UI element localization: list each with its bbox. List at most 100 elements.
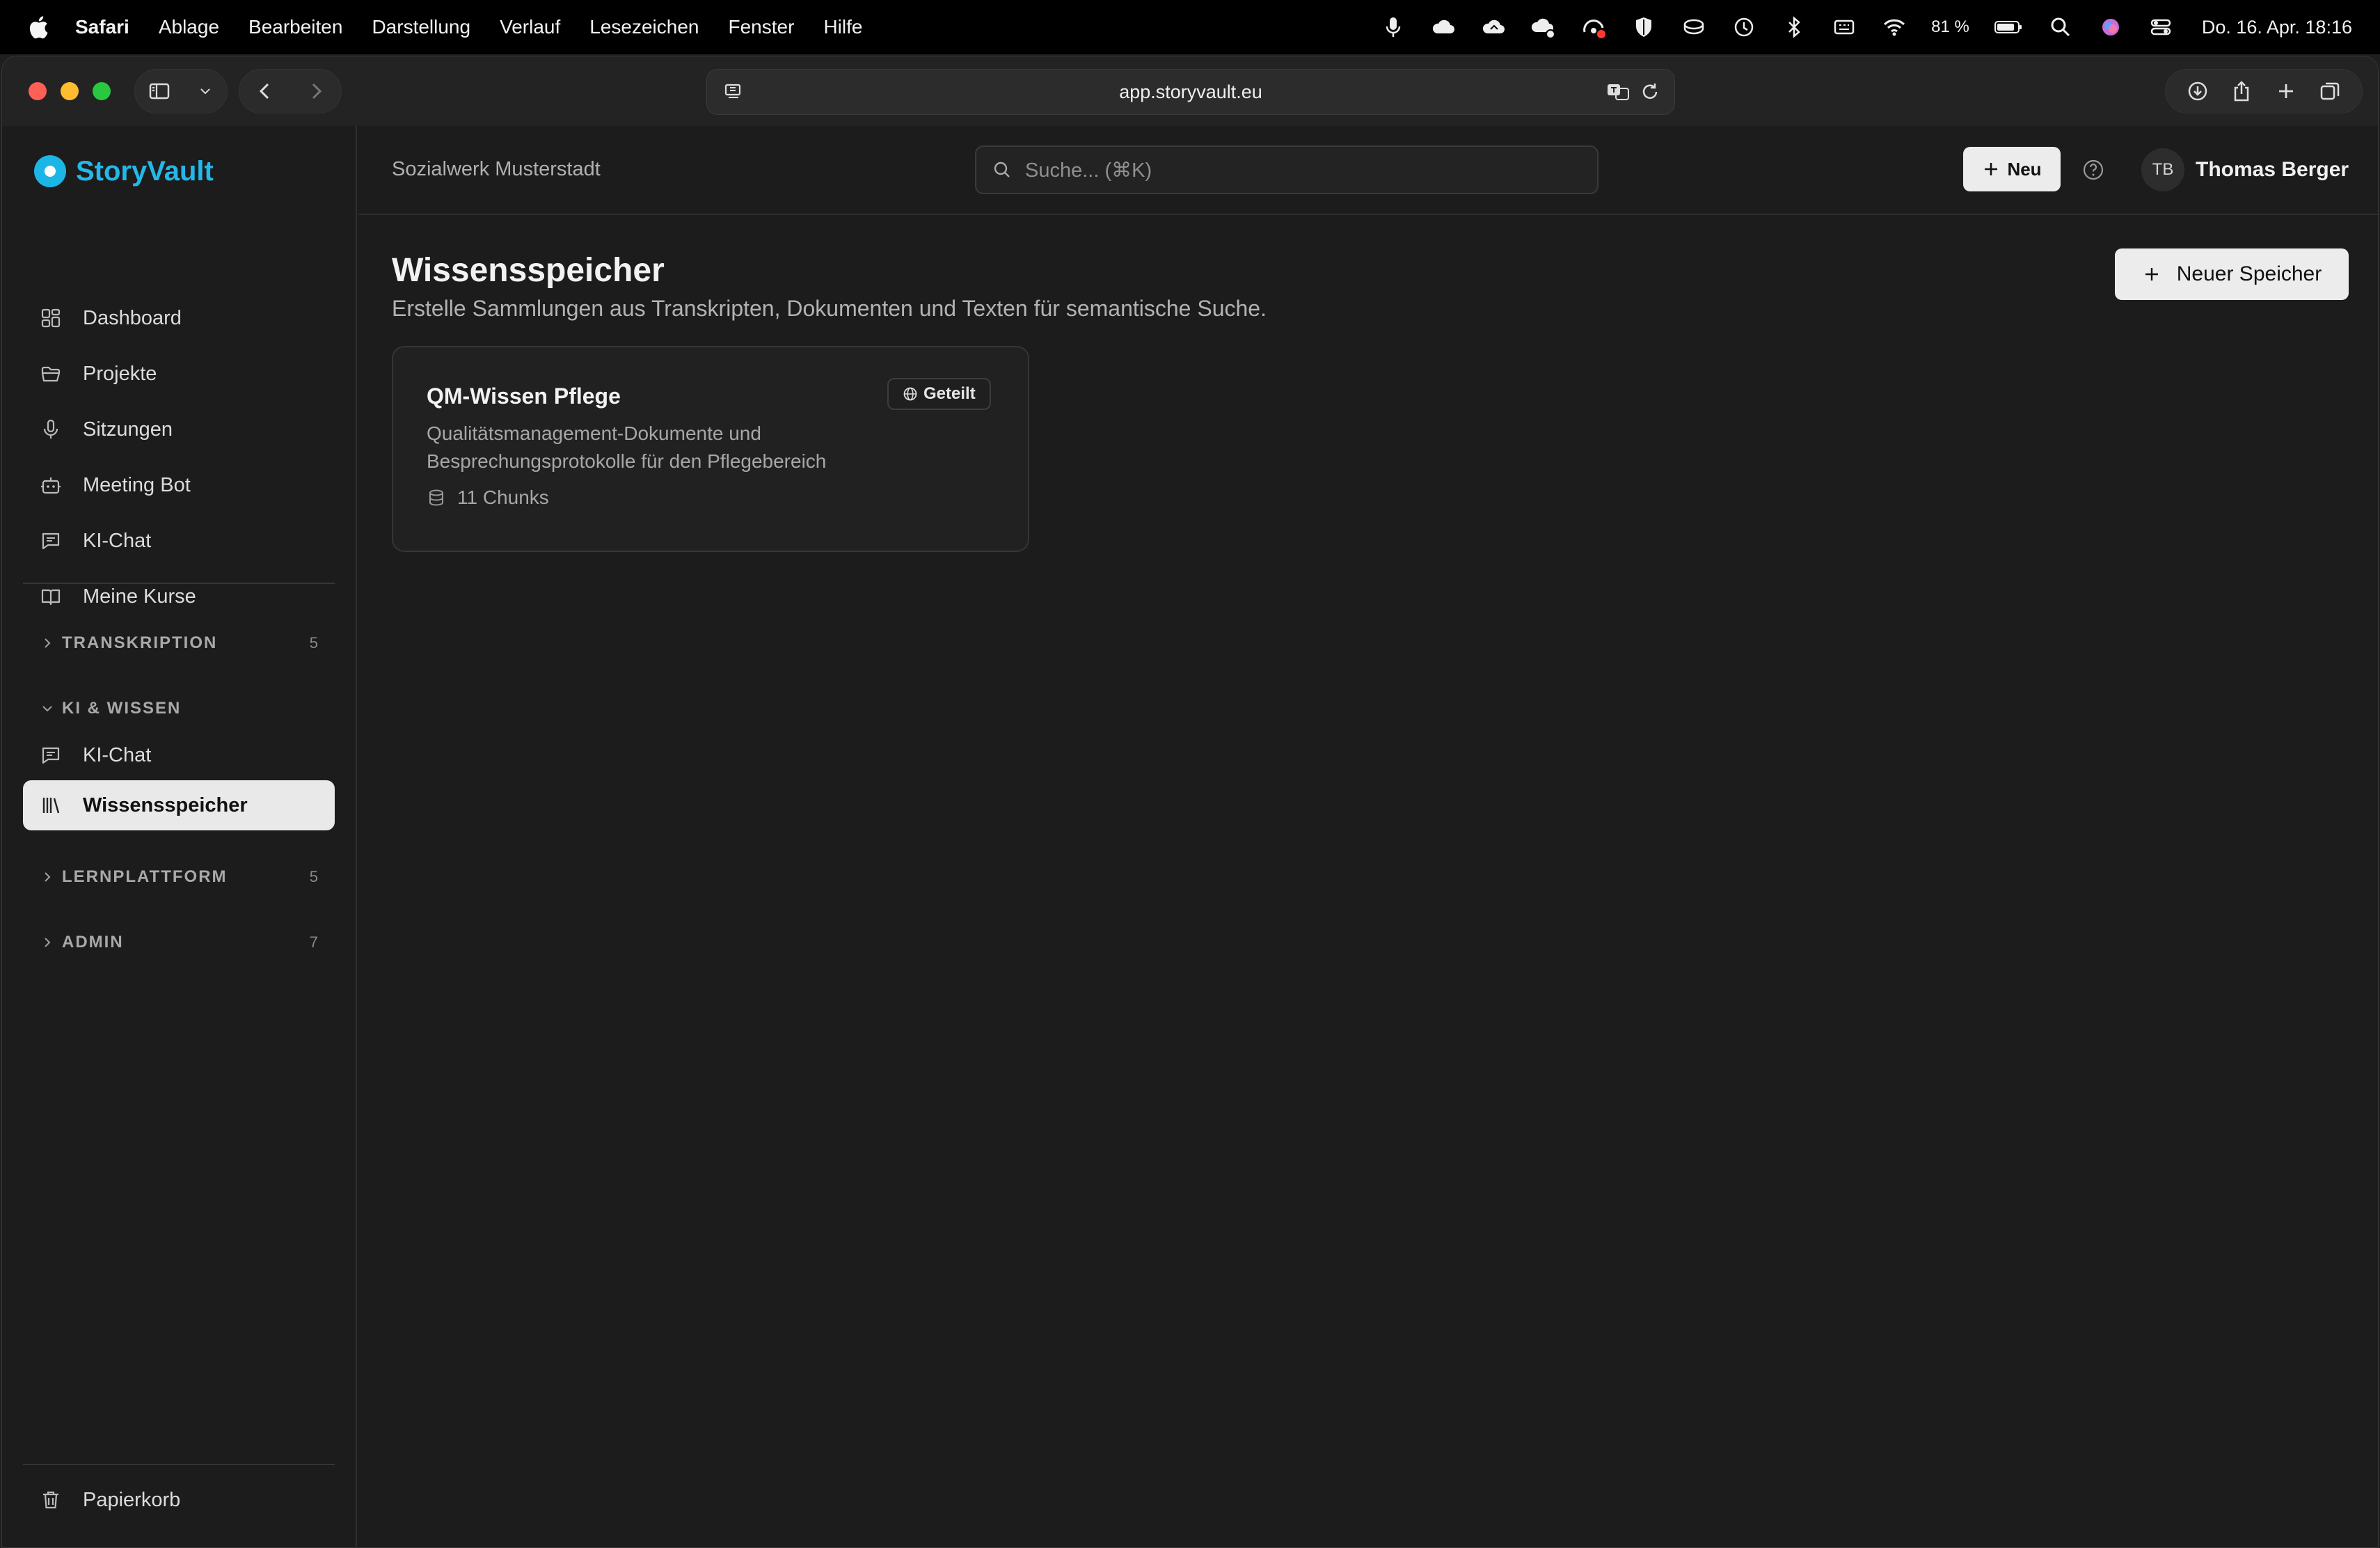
main-content: Wissensspeicher Erstelle Sammlungen aus … (358, 216, 2378, 1547)
sidebar-divider (23, 583, 335, 584)
cloud-share-icon[interactable] (1530, 14, 1557, 40)
nav-label: Dashboard (83, 306, 182, 329)
download-icon[interactable] (2186, 79, 2210, 103)
search-placeholder: Suche... (⌘K) (1025, 159, 1152, 182)
new-tab-icon[interactable] (2274, 79, 2298, 103)
window-controls (29, 82, 111, 100)
menu-ablage[interactable]: Ablage (159, 16, 219, 38)
section-admin[interactable]: ADMIN 7 (23, 918, 335, 967)
section-title: KI & WISSEN (62, 699, 182, 718)
close-window-button[interactable] (29, 82, 47, 100)
nav-item-papierkorb[interactable]: Papierkorb (23, 1472, 335, 1528)
nav-item-sitzungen[interactable]: Sitzungen (23, 402, 335, 457)
knowledge-store-card[interactable]: QM-Wissen Pflege Geteilt Qualitätsmanage… (392, 346, 1029, 552)
nav-item-projekte[interactable]: Projekte (23, 346, 335, 402)
logo-mark-icon (34, 155, 66, 187)
browser-toolbar: app.storyvault.eu (2, 56, 2378, 126)
search-input[interactable]: Suche... (⌘K) (975, 145, 1598, 194)
wifi-icon[interactable] (1881, 14, 1907, 40)
chunk-count: 11 Chunks (457, 487, 549, 508)
section-lernplattform[interactable]: LERNPLATTFORM 5 (23, 853, 335, 901)
section-transkription[interactable]: TRANSKRIPTION 5 (23, 619, 335, 668)
page-title: Wissensspeicher (392, 252, 665, 289)
dashboard-icon (41, 308, 61, 328)
microphone-status-icon[interactable] (1380, 14, 1406, 40)
keyboard-input-icon[interactable] (1831, 14, 1857, 40)
menu-app-name[interactable]: Safari (75, 16, 129, 38)
plus-icon (2145, 268, 2158, 281)
history-nav-group (239, 69, 342, 113)
nav-item-ki-chat-secondary[interactable]: KI-Chat (23, 730, 335, 780)
cup-icon[interactable] (1681, 14, 1707, 40)
sidebar-toggle-group (134, 69, 228, 113)
sidebar: StoryVault Dashboard Projekte Sitzungen (2, 126, 357, 1547)
nav-item-meine-kurse[interactable]: Meine Kurse (23, 569, 335, 624)
time-machine-icon[interactable] (1731, 14, 1757, 40)
url-text[interactable]: app.storyvault.eu (1119, 81, 1262, 103)
chevron-right-icon (45, 638, 51, 648)
nav-label: Papierkorb (83, 1488, 181, 1511)
nav-label: Projekte (83, 362, 157, 385)
back-arrow-icon[interactable] (253, 79, 277, 103)
macos-menubar: Safari Ablage Bearbeiten Darstellung Ver… (0, 0, 2380, 54)
card-meta: 11 Chunks (427, 487, 549, 509)
menu-hilfe[interactable]: Hilfe (823, 16, 862, 38)
section-title: LERNPLATTFORM (62, 867, 228, 886)
minimize-window-button[interactable] (61, 82, 79, 100)
spotlight-search-icon[interactable] (2047, 14, 2074, 40)
nav-item-ki-chat[interactable]: KI-Chat (23, 513, 335, 569)
sidebar-footer-divider (23, 1464, 335, 1465)
menubar-clock[interactable]: Do. 16. Apr. 18:16 (2202, 17, 2352, 38)
battery-icon[interactable] (1993, 14, 2024, 40)
menu-verlauf[interactable]: Verlauf (500, 16, 560, 38)
chevron-down-icon[interactable] (196, 79, 214, 103)
page-settings-icon[interactable] (722, 81, 745, 103)
nav-item-meeting-bot[interactable]: Meeting Bot (23, 457, 335, 513)
help-icon[interactable] (2081, 158, 2105, 182)
cloud-icon[interactable] (1430, 14, 1457, 40)
translate-icon[interactable] (1606, 81, 1631, 103)
app-header: Sozialwerk Musterstadt Suche... (⌘K) Neu… (358, 126, 2378, 215)
apple-logo-icon[interactable] (28, 15, 49, 40)
nav-item-wissensspeicher[interactable]: Wissensspeicher (23, 780, 335, 830)
menu-fenster[interactable]: Fenster (729, 16, 795, 38)
battery-percent: 81 % (1931, 17, 1969, 36)
bluetooth-icon[interactable] (1781, 14, 1807, 40)
siri-icon[interactable] (2097, 14, 2124, 40)
menu-bearbeiten[interactable]: Bearbeiten (248, 16, 342, 38)
menu-lesezeichen[interactable]: Lesezeichen (589, 16, 699, 38)
cloud-sync-icon[interactable] (1480, 14, 1507, 40)
address-bar[interactable]: app.storyvault.eu (706, 69, 1675, 115)
new-store-button[interactable]: Neuer Speicher (2115, 248, 2349, 300)
section-ki-wissen[interactable]: KI & WISSEN (23, 684, 335, 733)
trash-icon (43, 1491, 58, 1509)
chat-icon (42, 532, 60, 550)
nav-item-dashboard[interactable]: Dashboard (23, 290, 335, 346)
avatar[interactable]: TB (2141, 148, 2184, 191)
sidebar-toggle-icon[interactable] (148, 79, 171, 103)
organization-name[interactable]: Sozialwerk Musterstadt (392, 158, 601, 181)
control-center-icon[interactable] (2148, 14, 2174, 40)
zoom-window-button[interactable] (93, 82, 111, 100)
tab-overview-icon[interactable] (2318, 79, 2342, 103)
app-logo[interactable]: StoryVault (34, 155, 214, 187)
section-count: 7 (309, 933, 318, 951)
nav-label: KI-Chat (83, 529, 152, 552)
library-icon (42, 798, 60, 814)
new-button[interactable]: Neu (1963, 147, 2061, 191)
shield-icon[interactable] (1631, 14, 1657, 40)
globe-icon (903, 387, 917, 401)
chevron-right-icon (45, 938, 51, 947)
share-icon[interactable] (2230, 79, 2253, 103)
nav-label: KI-Chat (83, 743, 152, 766)
menu-darstellung[interactable]: Darstellung (372, 16, 470, 38)
forward-arrow-icon[interactable] (304, 79, 328, 103)
reload-icon[interactable] (1640, 81, 1660, 103)
browser-window: app.storyvault.eu StoryVault Dashboard P… (1, 56, 2379, 1548)
user-name[interactable]: Thomas Berger (2196, 158, 2349, 182)
page-subtitle: Erstelle Sammlungen aus Transkripten, Do… (392, 296, 1267, 321)
recording-status-icon[interactable] (1580, 14, 1607, 40)
chevron-right-icon (45, 872, 51, 882)
nav-label: Wissensspeicher (83, 793, 248, 816)
card-title[interactable]: QM-Wissen Pflege (427, 384, 621, 409)
